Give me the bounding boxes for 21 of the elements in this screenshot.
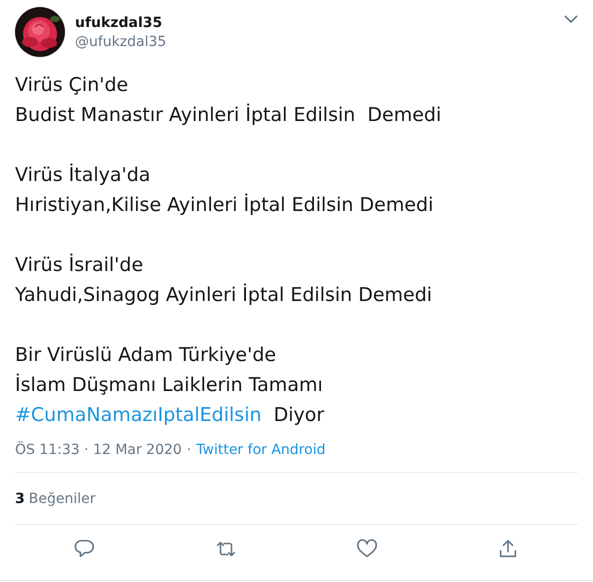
tweet-text: Hıristiyan,Kilise Ayinleri İptal Edilsin Demedi bbox=[15, 192, 434, 218]
source-link[interactable]: Twitter for Android bbox=[196, 442, 326, 458]
user-handle[interactable]: @ufukzdal35 bbox=[75, 32, 564, 52]
caret-icon[interactable] bbox=[564, 15, 578, 24]
heart-icon[interactable] bbox=[356, 538, 378, 560]
tweet-text: Yahudi,Sinagog Ayinleri İptal Edilsin Demedi bbox=[15, 282, 434, 308]
tweet-text: Virüs İtalya'da bbox=[15, 162, 152, 188]
separator: · bbox=[186, 442, 192, 458]
user-name[interactable]: ufukzdal35 bbox=[75, 14, 564, 32]
tweet-text: Budist Manastır Ayinleri İptal Edilsin Demedi bbox=[15, 102, 442, 128]
timestamp[interactable]: ÖS 11:33 · 12 Mar 2020 bbox=[15, 442, 182, 458]
tweet-text: İslam Düşmanı Laiklerin Tamamı bbox=[15, 372, 324, 398]
tweet-text: Diyor bbox=[272, 404, 324, 426]
like-count[interactable]: 3 bbox=[15, 490, 25, 506]
likes-label[interactable]: Beğeniler bbox=[28, 490, 96, 506]
hashtag-link[interactable]: #CumaNamazıIptalEdilsin bbox=[15, 404, 262, 426]
avatar[interactable] bbox=[15, 7, 65, 57]
reply-icon[interactable] bbox=[74, 538, 96, 560]
tweet-text: Bir Virüslü Adam Türkiye'de bbox=[15, 343, 278, 368]
tweet-text: Virüs İsrail'de bbox=[15, 252, 144, 278]
tweet-text: Virüs Çin'de bbox=[15, 73, 130, 98]
